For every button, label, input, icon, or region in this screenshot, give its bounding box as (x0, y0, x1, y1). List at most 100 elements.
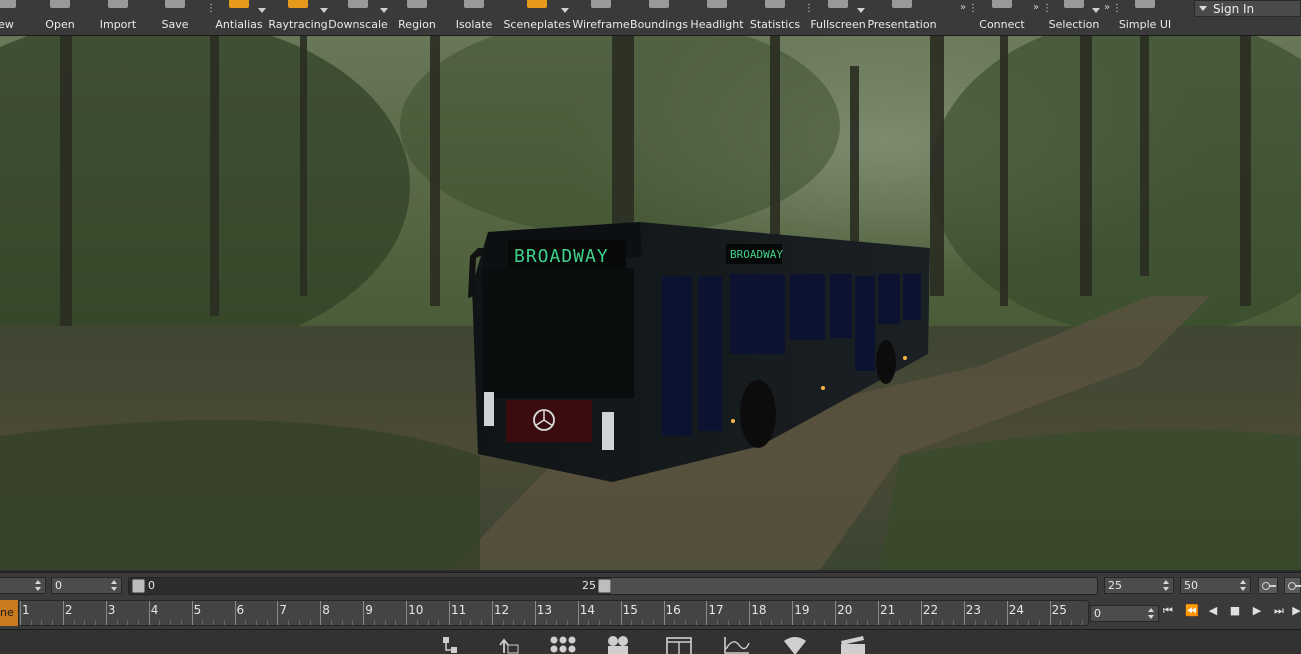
presentation-button[interactable]: Presentation (867, 0, 937, 36)
isolate-icon (464, 0, 484, 8)
spin-arrows-icon[interactable] (1240, 580, 1247, 591)
camera-icon[interactable] (604, 635, 634, 654)
timeline-tick-label: 6 (236, 603, 245, 617)
timeline-tick (363, 601, 365, 625)
ground-plants-right (880, 429, 1301, 570)
toolbar-overflow-chevron[interactable]: » (1104, 2, 1110, 13)
timeline-minor-tick (953, 620, 955, 625)
timeline-minor-tick (770, 620, 772, 625)
range-start-spinbox[interactable]: 0 (51, 577, 122, 594)
timeline-tick-label: 17 (708, 603, 724, 617)
spin-arrows-icon[interactable] (35, 580, 42, 591)
variants-icon[interactable] (780, 635, 810, 654)
step-back-icon[interactable]: ⏪ (1185, 605, 1199, 617)
raytracing-button[interactable]: Raytracing (268, 0, 328, 36)
materials-icon[interactable] (548, 635, 578, 654)
timeline-minor-tick (524, 620, 526, 625)
clear-keys-button[interactable] (1284, 577, 1301, 594)
sceneplates-button[interactable]: Sceneplates (503, 0, 571, 36)
timeline-minor-tick (309, 620, 311, 625)
range-end-handle[interactable] (598, 579, 611, 593)
downscale-dropdown-caret[interactable] (380, 8, 388, 13)
timeline-tick (1006, 601, 1008, 625)
sceneplates-label: Sceneplates (503, 18, 571, 31)
timeline-minor-tick (470, 620, 472, 625)
spin-arrows-icon[interactable] (1163, 580, 1170, 591)
timeline-minor-tick (52, 620, 54, 625)
region-button[interactable]: Region (398, 0, 436, 36)
fullscreen-icon (828, 0, 848, 8)
downscale-button[interactable]: Downscale (328, 0, 388, 36)
timeline-minor-tick (223, 620, 225, 625)
clapperboard-icon[interactable] (838, 635, 868, 654)
save-button[interactable]: Save (160, 0, 190, 36)
timeline-tick (105, 601, 107, 625)
play-icon[interactable]: ▶ (1251, 605, 1263, 617)
current-frame-spinbox[interactable]: 0 (1090, 605, 1159, 622)
timeline-minor-tick (30, 620, 32, 625)
wireframe-button[interactable]: Wireframe (572, 0, 630, 36)
headlight-button[interactable]: Headlight (690, 0, 744, 36)
timeline-tick-label: 3 (107, 603, 116, 617)
play-reverse-icon[interactable]: ◀ (1207, 605, 1219, 617)
selection-button[interactable]: Selection (1049, 0, 1099, 36)
speed-spinbox[interactable] (0, 577, 46, 594)
timeline-minor-tick (298, 620, 300, 625)
fullscreen-dropdown-caret[interactable] (857, 8, 865, 13)
toolbar-overflow-chevron[interactable]: » (960, 2, 966, 13)
selection-dropdown-caret[interactable] (1092, 8, 1100, 13)
toolbar-separator: ⋮ (206, 3, 216, 14)
timeline-minor-tick (73, 620, 75, 625)
timeline-tick-label: 15 (622, 603, 638, 617)
current-frame-marker[interactable]: ne (0, 600, 18, 626)
key-frame-button[interactable] (1258, 577, 1278, 594)
timeline-tick-label: 24 (1008, 603, 1024, 617)
boundings-button[interactable]: Boundings (630, 0, 688, 36)
import-button[interactable]: Import (98, 0, 138, 36)
timeline-minor-tick (416, 620, 418, 625)
go-to-end-icon[interactable]: ⏭ (1273, 605, 1285, 617)
statistics-label: Statistics (749, 18, 801, 31)
timeline-minor-tick (802, 620, 804, 625)
simple-ui-button[interactable]: Simple UI (1119, 0, 1171, 36)
renderpasses-icon[interactable] (664, 635, 694, 654)
timeline-ruler[interactable]: 1 2 3 4 5 6 7 8 9 10 11 12 13 14 15 16 17 18 19 20 21 22 23 24 2… (18, 600, 1089, 626)
isolate-button[interactable]: Isolate (456, 0, 492, 36)
scenegraph-icon[interactable] (437, 635, 467, 654)
raytracing-dropdown-caret[interactable] (320, 8, 328, 13)
timeline-tick-label: 8 (322, 603, 330, 617)
toolbar-overflow-chevron[interactable]: » (1033, 2, 1039, 13)
sign-in-dropdown[interactable]: Sign In (1194, 0, 1301, 17)
max-frame-spinbox[interactable]: 50 (1180, 577, 1251, 594)
timeline-minor-tick (738, 620, 740, 625)
step-forward-icon[interactable]: ▶ (1292, 605, 1301, 617)
range-start-handle[interactable] (132, 579, 145, 593)
timeline-tick-label: 10 (408, 603, 424, 617)
fullscreen-label: Fullscreen (810, 18, 866, 31)
sceneplates-dropdown-caret[interactable] (561, 8, 569, 13)
go-to-start-icon[interactable]: ⏮ (1162, 605, 1174, 617)
render-viewport[interactable]: BROADWAY BROADWAY (0, 36, 1301, 570)
timeline-tick (706, 601, 708, 625)
range-end-spinbox[interactable]: 25 (1104, 577, 1174, 594)
timeline-tick (234, 601, 236, 625)
timeline-minor-tick (695, 620, 697, 625)
stop-icon[interactable]: ■ (1229, 605, 1241, 617)
antialias-button[interactable]: Antialias (215, 0, 263, 36)
timeline-tick-label: 1 (22, 603, 30, 617)
isolate-label: Isolate (455, 18, 493, 31)
antialias-dropdown-caret[interactable] (258, 8, 266, 13)
new-button[interactable]: ew (0, 0, 16, 36)
timeline-tick (406, 601, 408, 625)
spin-arrows-icon[interactable] (111, 580, 118, 591)
statistics-button[interactable]: Statistics (749, 0, 801, 36)
curves-icon[interactable] (721, 635, 751, 654)
spin-arrows-icon[interactable] (1148, 608, 1155, 619)
frame-range-slider[interactable]: 0 25 (128, 577, 1098, 595)
transform-icon[interactable] (494, 635, 524, 654)
connect-button[interactable]: Connect (979, 0, 1025, 36)
open-button[interactable]: Open (42, 0, 78, 36)
timeline-minor-tick (266, 620, 268, 625)
sceneplates-icon (527, 0, 547, 8)
fullscreen-button[interactable]: Fullscreen (810, 0, 866, 36)
